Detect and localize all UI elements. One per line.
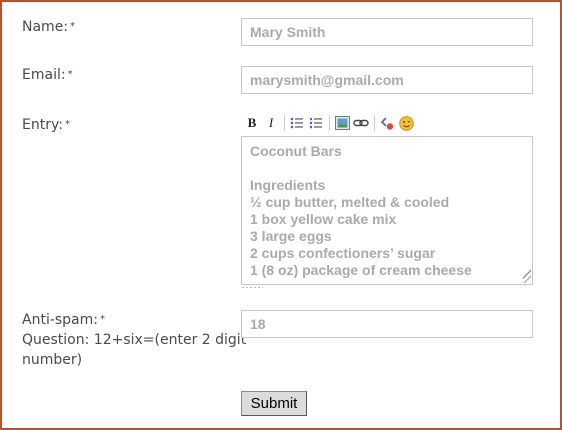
smiley-icon: [398, 115, 414, 131]
bulleted-list-icon: [290, 117, 303, 129]
numbered-list-button[interactable]: [307, 114, 325, 132]
required-marker: *: [67, 69, 73, 80]
bold-button[interactable]: B: [243, 114, 261, 132]
link-icon: [353, 119, 369, 127]
editor-line: 1 (8 oz) package of cream cheese: [250, 262, 472, 278]
entry-label: Entry: *: [22, 117, 70, 133]
editor-line: ½ cup butter, melted & cooled: [250, 194, 450, 210]
insert-code-button[interactable]: [378, 114, 396, 132]
insert-image-button[interactable]: [333, 114, 351, 132]
required-marker: *: [100, 314, 105, 325]
editor-toolbar: B I: [243, 113, 416, 133]
required-marker: *: [64, 119, 70, 130]
email-label: Email: *: [22, 67, 73, 83]
antispam-answer-field[interactable]: [241, 310, 533, 338]
name-field[interactable]: [241, 18, 533, 46]
insert-emoji-button[interactable]: [397, 114, 415, 132]
entry-editor[interactable]: Coconut Bars Ingredients ½ cup butter, m…: [241, 136, 533, 285]
toolbar-divider: [284, 115, 285, 131]
email-field[interactable]: [241, 66, 533, 94]
editor-line: Coconut Bars: [250, 143, 342, 159]
editor-line: Ingredients: [250, 177, 326, 193]
image-icon: [334, 116, 350, 130]
editor-line: 3 large eggs: [250, 228, 332, 244]
resize-grip[interactable]: [523, 266, 531, 283]
submit-button[interactable]: Submit: [241, 391, 307, 416]
editor-line: 1 box yellow cake mix: [250, 211, 397, 227]
antispam-label: Anti-spam: *: [22, 312, 105, 328]
required-marker: *: [70, 21, 76, 32]
code-icon: [380, 116, 393, 130]
name-label: Name: *: [22, 19, 76, 35]
italic-button[interactable]: I: [262, 114, 280, 132]
toolbar-divider: [374, 115, 375, 131]
bulleted-list-button[interactable]: [288, 114, 306, 132]
insert-link-button[interactable]: [352, 114, 370, 132]
antispam-question: Question: 12+six=(enter 2 digit: [22, 332, 247, 348]
editor-line: 2 cups confectioners’ sugar: [250, 245, 436, 261]
toolbar-divider: [329, 115, 330, 131]
numbered-list-icon: [310, 118, 322, 129]
editor-drag-handle[interactable]: [241, 286, 263, 290]
antispam-question-continued: number): [22, 352, 83, 368]
